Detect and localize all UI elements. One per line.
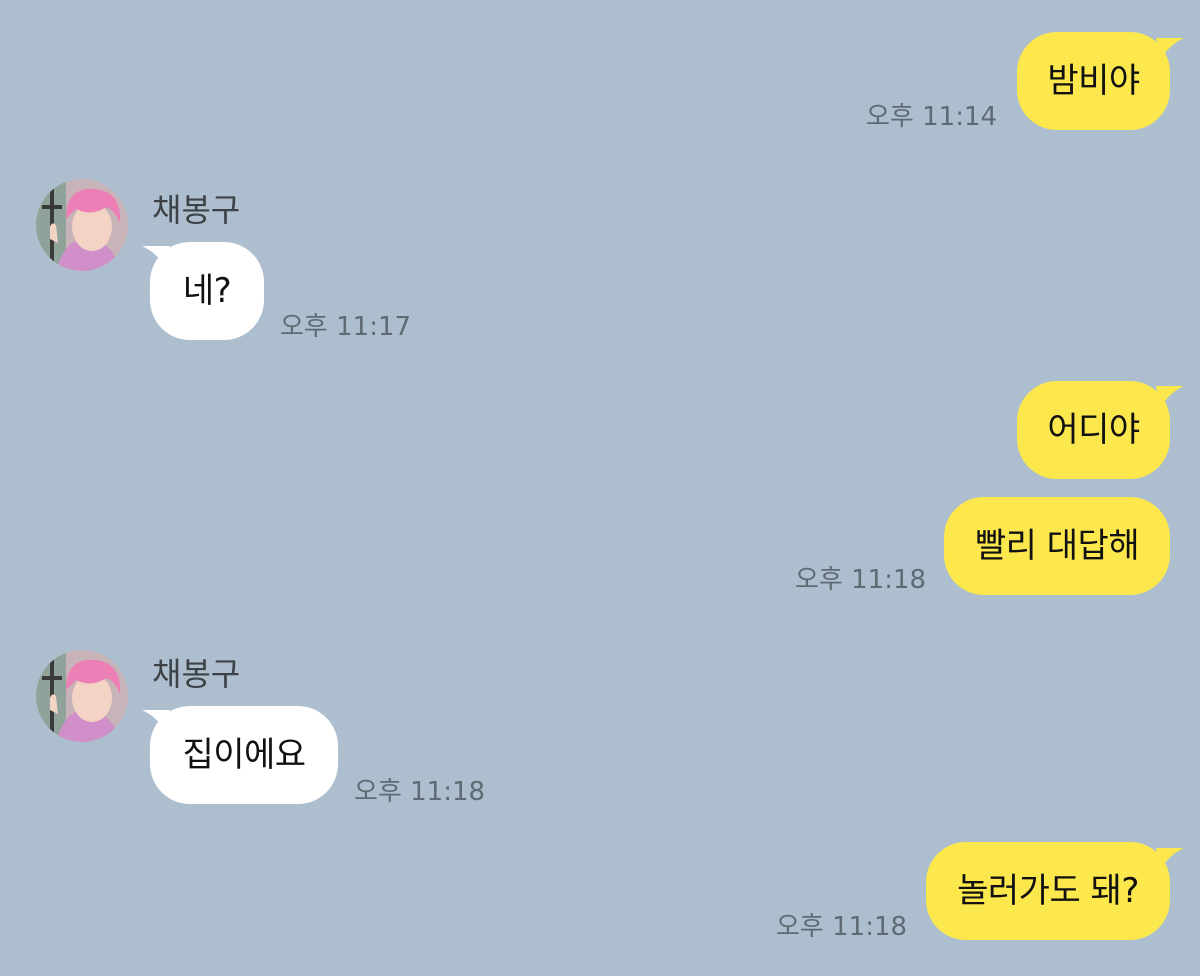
bubble-tail-icon: [1156, 848, 1184, 870]
message-timestamp: 오후 11:18: [776, 912, 908, 942]
chat-area: 밤비야 오후 11:14 채봉구 네? 오후 11:17 어디야 빨리 대답해 …: [0, 0, 1200, 976]
outgoing-message-bubble[interactable]: 어디야: [1017, 381, 1170, 479]
bubble-tail-icon: [1156, 386, 1184, 408]
sender-name: 채봉구: [152, 191, 241, 229]
profile-avatar-icon[interactable]: [36, 650, 128, 742]
incoming-message-bubble[interactable]: 집이에요: [150, 706, 338, 804]
bubble-tail-icon: [142, 246, 170, 268]
message-timestamp: 오후 11:18: [795, 565, 927, 595]
outgoing-message-bubble[interactable]: 놀러가도 돼?: [926, 842, 1170, 940]
outgoing-message-bubble[interactable]: 빨리 대답해: [944, 497, 1170, 595]
message-timestamp: 오후 11:18: [354, 777, 486, 807]
profile-avatar-icon[interactable]: [36, 179, 128, 271]
message-timestamp: 오후 11:14: [866, 102, 998, 132]
bubble-tail-icon: [142, 710, 170, 732]
message-timestamp: 오후 11:17: [280, 312, 412, 342]
sender-name: 채봉구: [152, 655, 241, 693]
bubble-tail-icon: [1156, 38, 1184, 60]
outgoing-message-bubble[interactable]: 밤비야: [1017, 32, 1170, 130]
